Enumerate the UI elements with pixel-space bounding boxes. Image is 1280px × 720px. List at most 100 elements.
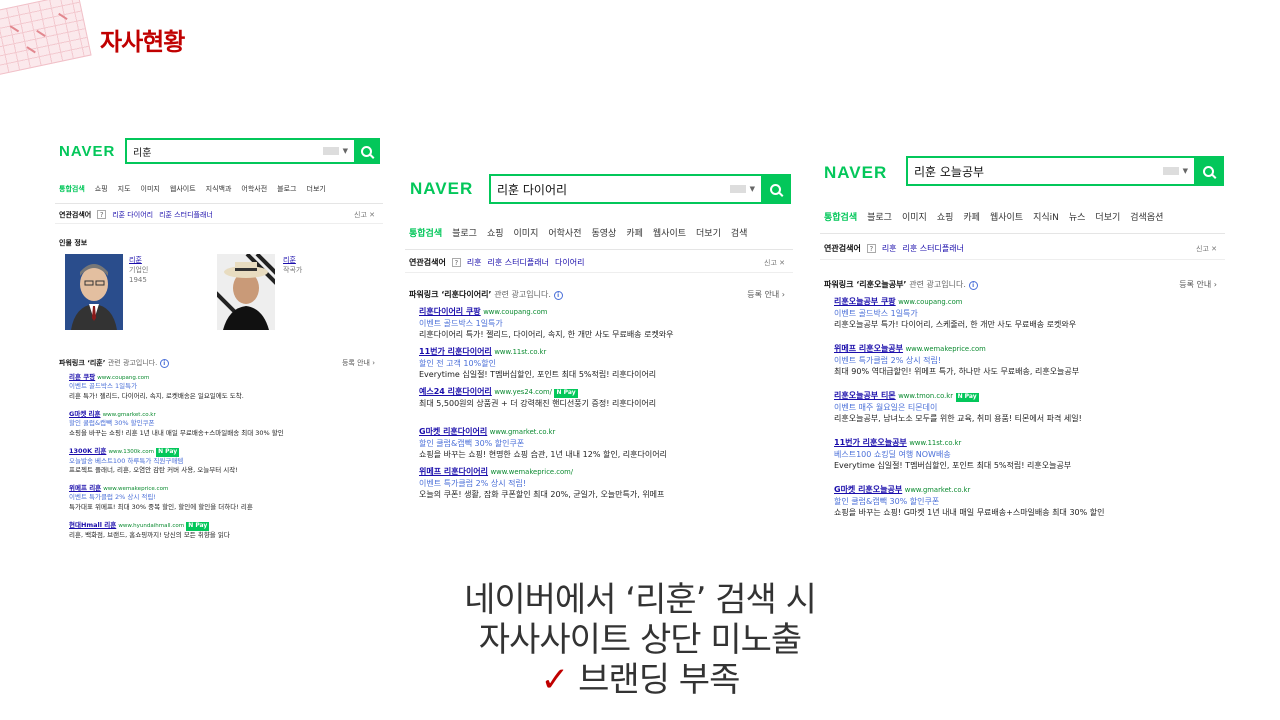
- ad-title-link[interactable]: 1300K 리훈: [69, 447, 106, 455]
- search-button[interactable]: [1194, 158, 1222, 184]
- ad-url[interactable]: www.gmarket.co.kr: [103, 412, 156, 418]
- naver-logo[interactable]: NAVER: [59, 143, 115, 160]
- register-link[interactable]: 등록 안내 ›: [342, 358, 375, 368]
- tab-item[interactable]: 블로그: [867, 210, 892, 233]
- ad-extension[interactable]: 할인 쿨럽&캡빽 30% 할인쿠폰: [69, 419, 377, 428]
- tab-item[interactable]: 더보기: [307, 184, 326, 203]
- search-button[interactable]: [761, 176, 789, 202]
- report-link[interactable]: 신고 ✕: [354, 210, 375, 220]
- search-input[interactable]: 리훈: [127, 144, 323, 159]
- ad-extension[interactable]: 베스트100 쇼킹딜 여행 NOW배송: [834, 449, 1219, 461]
- help-icon[interactable]: ?: [451, 258, 461, 267]
- ad-url[interactable]: www.coupang.com: [483, 308, 547, 316]
- ad-extension[interactable]: 이벤트 골드박스 1일특가: [834, 308, 1219, 320]
- chevron-down-icon[interactable]: ▼: [750, 185, 755, 193]
- ad-title-link[interactable]: 현대Hmall 리훈: [69, 521, 116, 529]
- keyboard-icon[interactable]: [1162, 167, 1179, 175]
- tab-item[interactable]: 어학사전: [548, 226, 581, 249]
- tab-item[interactable]: 지식iN: [1033, 210, 1059, 233]
- ad-title-link[interactable]: 예스24 리훈다이어리: [419, 387, 492, 396]
- ad-title-link[interactable]: G마켓 리훈: [69, 410, 101, 418]
- tab-item[interactable]: 카페: [626, 226, 643, 249]
- tab-item[interactable]: 더보기: [696, 226, 721, 249]
- info-icon[interactable]: i: [968, 281, 978, 290]
- register-link[interactable]: 등록 안내 ›: [747, 289, 785, 300]
- tab-item[interactable]: 웹사이트: [990, 210, 1023, 233]
- ad-url[interactable]: www.coupang.com: [898, 298, 962, 306]
- tab-item[interactable]: 쇼핑: [95, 184, 108, 203]
- related-link[interactable]: 리훈: [467, 257, 482, 268]
- tab-item[interactable]: 지식백과: [206, 184, 232, 203]
- tab-item[interactable]: 블로그: [452, 226, 477, 249]
- register-link[interactable]: 등록 안내 ›: [1179, 279, 1217, 290]
- related-link[interactable]: 리훈 스터디플래너: [159, 210, 213, 220]
- help-icon[interactable]: ?: [97, 210, 107, 219]
- ad-title-link[interactable]: G마켓 리훈오늘공부: [834, 485, 902, 494]
- report-link[interactable]: 신고 ✕: [764, 258, 785, 268]
- search-box[interactable]: 리훈 다이어리 ▼: [489, 174, 791, 204]
- related-link[interactable]: 리훈 다이어리: [112, 210, 153, 220]
- tab-item[interactable]: 통합검색: [824, 210, 857, 233]
- ad-url[interactable]: www.tmon.co.kr: [898, 392, 953, 400]
- tab-item[interactable]: 더보기: [1095, 210, 1120, 233]
- tab-item[interactable]: 검색: [731, 226, 748, 249]
- tab-item[interactable]: 이미지: [902, 210, 927, 233]
- tab-item[interactable]: 웹사이트: [170, 184, 196, 203]
- ad-extension[interactable]: 오늘발송 베스트100 하루특가 직원구매템: [69, 457, 377, 466]
- tab-item[interactable]: 이미지: [141, 184, 160, 203]
- ad-url[interactable]: www.wemakeprice.com/: [491, 468, 574, 476]
- ad-url[interactable]: www.gmarket.co.kr: [490, 428, 555, 436]
- related-link[interactable]: 리훈: [882, 243, 897, 254]
- ad-url[interactable]: www.wemakeprice.com: [103, 486, 168, 492]
- tab-item[interactable]: 통합검색: [59, 184, 85, 203]
- tab-item[interactable]: 뉴스: [1069, 210, 1086, 233]
- tab-item[interactable]: 쇼핑: [937, 210, 954, 233]
- person-photo-composer[interactable]: [217, 254, 275, 330]
- search-button[interactable]: [354, 140, 378, 162]
- tab-item[interactable]: 통합검색: [409, 226, 442, 249]
- ad-title-link[interactable]: 리훈오늘공부 티몬: [834, 391, 896, 400]
- ad-extension[interactable]: 할인 쿨럽&캡빽 30% 할인쿠폰: [834, 496, 1219, 508]
- related-link[interactable]: 다이어리: [555, 257, 584, 268]
- ad-extension[interactable]: 이벤트 골드박스 1일특가: [419, 318, 787, 330]
- ad-url[interactable]: www.hyundaihmall.com: [118, 523, 184, 529]
- tab-item[interactable]: 블로그: [277, 184, 296, 203]
- tab-item[interactable]: 지도: [118, 184, 131, 203]
- tab-item[interactable]: 어학사전: [241, 184, 267, 203]
- person-photo-businessman[interactable]: [65, 254, 123, 330]
- ad-title-link[interactable]: 위메프 리훈오늘공부: [834, 344, 903, 353]
- naver-logo[interactable]: NAVER: [410, 179, 473, 199]
- ad-url[interactable]: www.coupang.com: [97, 375, 149, 381]
- keyboard-icon[interactable]: [322, 147, 339, 155]
- ad-url[interactable]: www.yes24.com/: [494, 388, 552, 396]
- tab-item[interactable]: 쇼핑: [487, 226, 504, 249]
- ad-title-link[interactable]: 리훈다이어리 쿠팡: [419, 307, 481, 316]
- report-link[interactable]: 신고 ✕: [1196, 244, 1217, 254]
- tab-item[interactable]: 카페: [963, 210, 980, 233]
- search-box[interactable]: 리훈 오늘공부 ▼: [906, 156, 1224, 186]
- ad-title-link[interactable]: 11번가 리훈오늘공부: [834, 438, 907, 447]
- naver-logo[interactable]: NAVER: [824, 163, 887, 183]
- info-icon[interactable]: i: [553, 291, 563, 300]
- ad-extension[interactable]: 이벤트 특가클럽 2% 상시 적립!: [69, 493, 377, 502]
- ad-title-link[interactable]: 위메프 리훈: [69, 484, 101, 492]
- ad-title-link[interactable]: 11번가 리훈다이어리: [419, 347, 492, 356]
- tab-item[interactable]: 이미지: [514, 226, 539, 249]
- ad-extension[interactable]: 할인 전 고객 10%할인: [419, 358, 787, 370]
- ad-url[interactable]: www.1300k.com: [108, 449, 154, 455]
- person-name[interactable]: 리훈: [283, 256, 302, 266]
- info-icon[interactable]: i: [159, 359, 169, 368]
- ad-url[interactable]: www.gmarket.co.kr: [905, 486, 970, 494]
- related-link[interactable]: 리훈 스터디플래너: [488, 257, 549, 268]
- tab-item[interactable]: 웹사이트: [653, 226, 686, 249]
- ad-extension[interactable]: 할인 쿨럽&캡빽 30% 할인쿠폰: [419, 438, 787, 450]
- ad-extension[interactable]: 이벤트 매주 월요일은 티몬데이: [834, 402, 1219, 414]
- help-icon[interactable]: ?: [866, 244, 876, 253]
- search-input[interactable]: 리훈 다이어리: [491, 181, 730, 198]
- search-input[interactable]: 리훈 오늘공부: [908, 163, 1163, 180]
- ad-title-link[interactable]: G마켓 리훈다이어리: [419, 427, 487, 436]
- person-name[interactable]: 리훈: [129, 256, 148, 266]
- tab-item[interactable]: 동영상: [592, 226, 617, 249]
- tab-item[interactable]: 검색옵션: [1130, 210, 1163, 233]
- ad-url[interactable]: www.11st.co.kr: [909, 439, 961, 447]
